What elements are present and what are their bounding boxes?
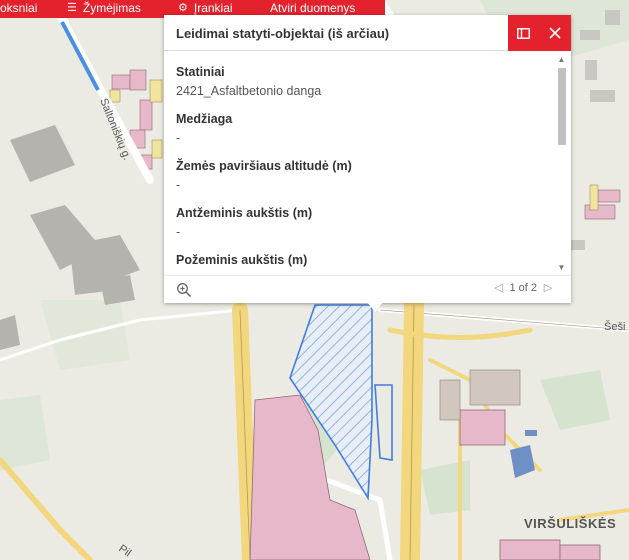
toolbar-item-sluoksniai[interactable]: oksniai [0, 1, 37, 15]
field-antzeminis-aukstis: Antžeminis aukštis (m) - [176, 206, 313, 239]
close-icon [548, 27, 561, 39]
toolbar-item-irankiai[interactable]: ⚙ Įrankiai [178, 1, 233, 15]
popup-actions [508, 15, 571, 51]
popup-body[interactable]: Statiniai 2421_Asfaltbetonio danga Medži… [164, 52, 571, 275]
popup-scrollbar[interactable]: ▲ ▼ [556, 55, 567, 273]
feature-pager: ◁ 1 of 2 ▷ [491, 281, 555, 295]
popup-title: Leidimai statyti-objektai (iš arčiau) [176, 26, 390, 41]
dock-icon [517, 27, 530, 39]
district-label: VIRŠULIŠKĖS [524, 516, 616, 531]
field-medziaga: Medžiaga - [176, 112, 233, 145]
popup-pointer [367, 302, 383, 312]
street-label-sesu: Šeši [604, 320, 625, 333]
zoom-to-icon[interactable] [176, 282, 192, 298]
close-button[interactable] [539, 15, 570, 51]
next-feature-button[interactable]: ▷ [541, 281, 555, 294]
popup-footer: ◁ 1 of 2 ▷ [164, 275, 571, 303]
field-statiniai: Statiniai 2421_Asfaltbetonio danga [176, 65, 322, 98]
gear-icon: ⚙ [178, 2, 188, 14]
toolbar-item-zymejimas[interactable]: ☰ Žymėjimas [67, 1, 141, 15]
toolbar-item-atviri-duomenys[interactable]: Atviri duomenys [270, 1, 355, 15]
field-altitude: Žemės paviršiaus altitudė (m) - [176, 159, 352, 192]
feature-counter: 1 of 2 [509, 281, 537, 294]
scroll-up-icon[interactable]: ▲ [556, 55, 567, 65]
previous-feature-button[interactable]: ◁ [491, 281, 505, 294]
scrollbar-thumb[interactable] [558, 68, 566, 145]
feature-popup: Leidimai statyti-objektai (iš arčiau) St… [164, 15, 571, 312]
popup-header: Leidimai statyti-objektai (iš arčiau) [164, 15, 571, 51]
scroll-down-icon[interactable]: ▼ [556, 263, 567, 273]
field-pozeminis-aukstis: Požeminis aukštis (m) [176, 253, 308, 267]
menu-icon: ☰ [67, 2, 77, 14]
dock-button[interactable] [508, 15, 539, 51]
